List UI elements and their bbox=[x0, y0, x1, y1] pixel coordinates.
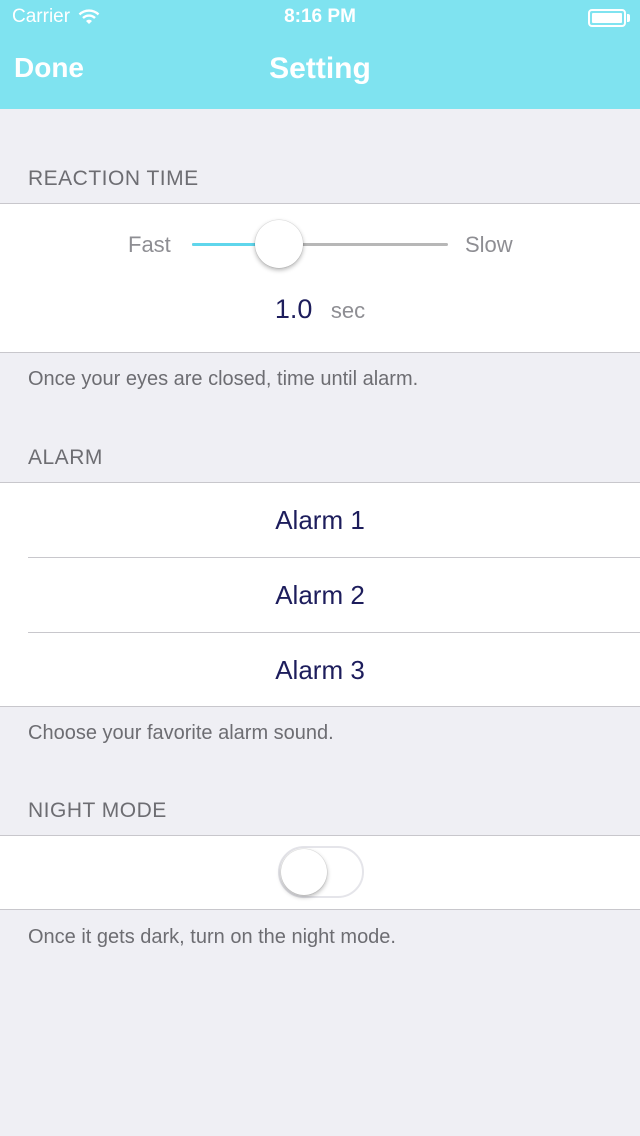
reaction-time-header: REACTION TIME bbox=[28, 167, 199, 190]
page-title: Setting bbox=[269, 52, 371, 85]
reaction-time-slider[interactable] bbox=[192, 243, 448, 246]
toggle-knob bbox=[281, 849, 327, 895]
night-mode-header: NIGHT MODE bbox=[28, 799, 167, 822]
alarm-option-3[interactable]: Alarm 3 bbox=[0, 633, 640, 708]
reaction-time-slider-row: Fast Slow bbox=[0, 204, 640, 288]
night-mode-toggle[interactable] bbox=[278, 846, 364, 898]
night-mode-cell bbox=[0, 835, 640, 910]
status-bar: Carrier 8:16 PM bbox=[0, 0, 640, 36]
night-mode-footer: Once it gets dark, turn on the night mod… bbox=[28, 926, 396, 948]
alarm-header: ALARM bbox=[28, 446, 103, 469]
alarm-footer: Choose your favorite alarm sound. bbox=[28, 722, 334, 744]
status-time: 8:16 PM bbox=[284, 6, 356, 27]
alarm-option-2[interactable]: Alarm 2 bbox=[0, 558, 640, 633]
alarm-list: Alarm 1 Alarm 2 Alarm 3 bbox=[0, 482, 640, 707]
reaction-time-footer: Once your eyes are closed, time until al… bbox=[28, 368, 419, 390]
reaction-time-unit: sec bbox=[330, 298, 366, 323]
reaction-time-value-row: 1.0 sec bbox=[0, 294, 640, 325]
reaction-time-value: 1.0 bbox=[274, 294, 313, 324]
slider-min-label: Fast bbox=[128, 232, 171, 257]
slider-thumb[interactable] bbox=[255, 220, 304, 268]
reaction-time-cell: Fast Slow 1.0 sec bbox=[0, 203, 640, 353]
battery-icon bbox=[588, 9, 630, 27]
slider-max-label: Slow bbox=[465, 232, 513, 257]
alarm-option-1[interactable]: Alarm 1 bbox=[0, 483, 640, 558]
navigation-bar: Carrier 8:16 PM Done Setting bbox=[0, 0, 640, 109]
